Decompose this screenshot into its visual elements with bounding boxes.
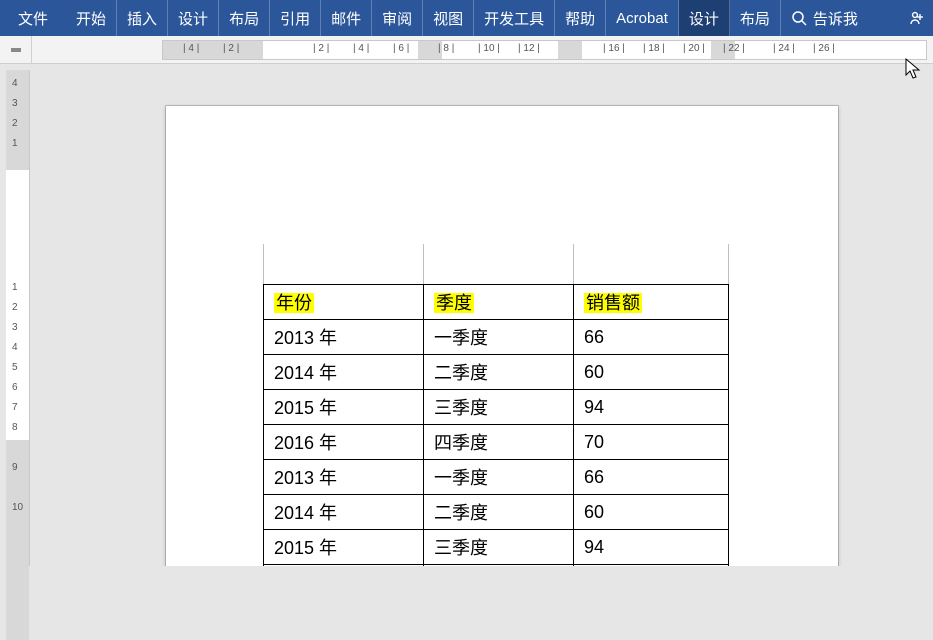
header-year[interactable]: 年份 [264, 285, 424, 320]
ruler-tick: 3 [12, 322, 18, 333]
ruler-tick: | 4 | [183, 43, 199, 54]
ribbon-tab[interactable]: Acrobat [606, 0, 679, 36]
ruler-tick: | 2 | [223, 43, 239, 54]
ribbon-tab[interactable]: 设计 [679, 0, 730, 36]
ruler-row: | 4 | | 2 | | 2 | | 4 | | 6 | | 8 | | 10 | | 12… [0, 36, 933, 64]
share-button[interactable] [897, 0, 933, 36]
tell-me-label: 告诉我 [813, 8, 858, 29]
table-cell[interactable]: 2015 年 [264, 390, 424, 425]
ribbon-tab[interactable]: 开发工具 [474, 0, 555, 36]
ruler-tick: | 4 | [353, 43, 369, 54]
table-row[interactable]: 2014 年二季度60 [264, 355, 729, 390]
tell-me-search[interactable]: 告诉我 [781, 0, 868, 36]
ruler-tick: 1 [12, 138, 18, 149]
ribbon-tab[interactable]: 邮件 [321, 0, 372, 36]
table-cell[interactable]: 94 [574, 390, 729, 425]
horizontal-ruler[interactable]: | 4 | | 2 | | 2 | | 4 | | 6 | | 8 | | 10 | | 12… [162, 40, 927, 60]
ruler-tick: | 20 | [683, 43, 705, 54]
table-cell[interactable]: 66 [574, 320, 729, 355]
table-row[interactable]: 2013 年一季度66 [264, 460, 729, 495]
ruler-corner [0, 36, 32, 64]
table-cell[interactable]: 三季度 [424, 530, 574, 565]
ruler-tick: 7 [12, 402, 18, 413]
table-cell[interactable]: 2014 年 [264, 355, 424, 390]
table-row[interactable]: 2015 年三季度94 [264, 530, 729, 565]
table-row[interactable]: 2013 年一季度66 [264, 320, 729, 355]
ruler-tick: | 18 | [643, 43, 665, 54]
data-table[interactable]: 年份 季度 销售额 2013 年一季度662014 年二季度602015 年三季… [263, 284, 729, 566]
ruler-tick: 3 [12, 98, 18, 109]
table-cell[interactable]: 2013 年 [264, 320, 424, 355]
table-cell[interactable]: 60 [574, 355, 729, 390]
ruler-shade [163, 41, 263, 59]
ribbon-menu: 文件 开始插入设计布局引用邮件审阅视图开发工具帮助Acrobat设计布局 告诉我 [0, 0, 933, 36]
table-cell[interactable]: 二季度 [424, 495, 574, 530]
ruler-tick: | 8 | [438, 43, 454, 54]
document-page[interactable]: 年份 季度 销售额 2013 年一季度662014 年二季度602015 年三季… [166, 106, 838, 566]
table-cell[interactable]: 70 [574, 425, 729, 460]
ruler-tick: | 12 | [518, 43, 540, 54]
ribbon-tab[interactable]: 视图 [423, 0, 474, 36]
table-cell[interactable]: 2015 年 [264, 530, 424, 565]
tab-file[interactable]: 文件 [0, 0, 66, 36]
table-header-row[interactable]: 年份 季度 销售额 [264, 285, 729, 320]
ribbon-tab[interactable]: 布局 [730, 0, 781, 36]
ruler-tick: | 22 | [723, 43, 745, 54]
table-cell[interactable]: 66 [574, 460, 729, 495]
ruler-tick: 8 [12, 422, 18, 433]
table-cell[interactable]: 94 [574, 530, 729, 565]
ribbon-tab[interactable]: 设计 [168, 0, 219, 36]
table-cell[interactable]: 四季度 [424, 425, 574, 460]
ruler-tick: | 6 | [393, 43, 409, 54]
ruler-tick: 2 [12, 118, 18, 129]
ruler-tick: | 26 | [813, 43, 835, 54]
vertical-ruler[interactable]: 4 3 2 1 1 2 3 4 5 6 7 8 9 10 [6, 70, 30, 566]
ribbon-tab[interactable]: 引用 [270, 0, 321, 36]
table-cell[interactable]: 一季度 [424, 460, 574, 495]
table-cell[interactable]: 2016 年 [264, 425, 424, 460]
ruler-tick: 5 [12, 362, 18, 373]
search-icon [791, 10, 807, 26]
page-area[interactable]: 年份 季度 销售额 2013 年一季度662014 年二季度602015 年三季… [30, 64, 933, 566]
table-cell[interactable]: 2013 年 [264, 460, 424, 495]
ruler-tick: 4 [12, 78, 18, 89]
ribbon-tab[interactable]: 开始 [66, 0, 117, 36]
table-row[interactable]: 2014 年二季度60 [264, 495, 729, 530]
ruler-tick: | 2 | [313, 43, 329, 54]
ruler-tick: 2 [12, 302, 18, 313]
ribbon-tab[interactable]: 布局 [219, 0, 270, 36]
table-row[interactable]: 2015 年三季度94 [264, 390, 729, 425]
table-cell[interactable]: 二季度 [424, 355, 574, 390]
table-cell[interactable]: 60 [574, 495, 729, 530]
header-sales[interactable]: 销售额 [574, 285, 729, 320]
ruler-tick: | 16 | [603, 43, 625, 54]
ruler-tick: 4 [12, 342, 18, 353]
workspace: 432112345678910 年份 季度 销售额 2013 年一季度66201… [0, 64, 933, 566]
ribbon-tab[interactable]: 帮助 [555, 0, 606, 36]
table-cell[interactable]: 一季度 [424, 320, 574, 355]
ruler-tick: | 10 | [478, 43, 500, 54]
ribbon-tab[interactable]: 插入 [117, 0, 168, 36]
ruler-shade [558, 41, 582, 59]
ruler-tick: 10 [12, 502, 23, 513]
header-quarter[interactable]: 季度 [424, 285, 574, 320]
ruler-tick: | 24 | [773, 43, 795, 54]
share-icon [907, 10, 923, 26]
ruler-tick: 9 [12, 462, 18, 473]
table-cell[interactable]: 2014 年 [264, 495, 424, 530]
ruler-tick: 1 [12, 282, 18, 293]
table-row[interactable]: 2016 年四季度70 [264, 425, 729, 460]
ribbon-tab[interactable]: 审阅 [372, 0, 423, 36]
table-cell[interactable]: 三季度 [424, 390, 574, 425]
ruler-tick: 6 [12, 382, 18, 393]
